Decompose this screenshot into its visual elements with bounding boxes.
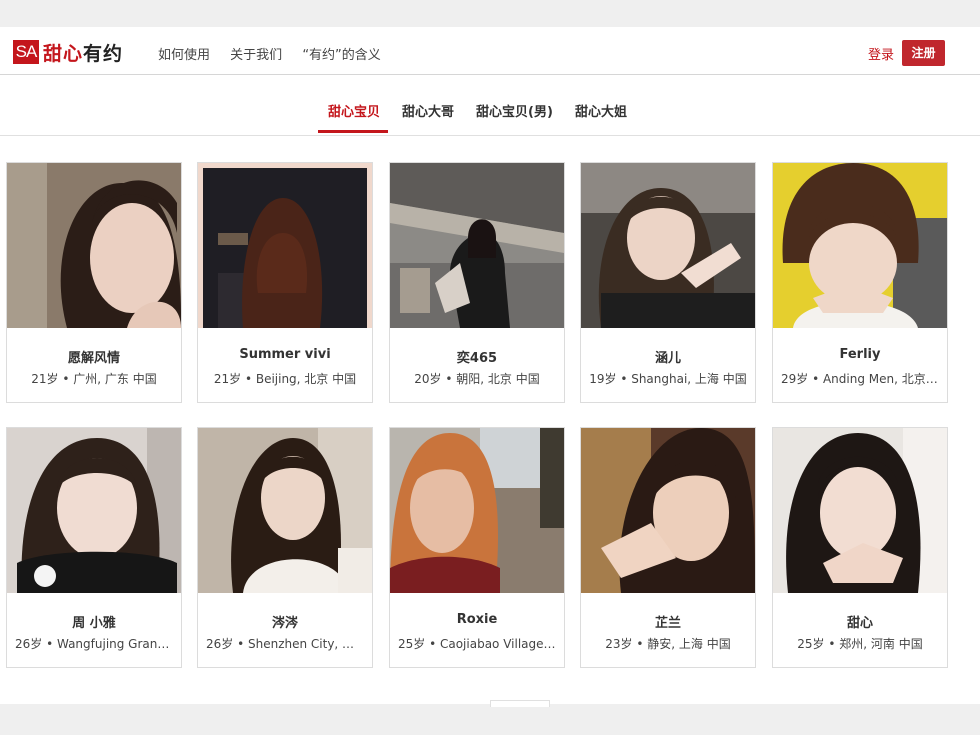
profile-card[interactable]: 周 小雅 26岁 • Wangfujing Grand, 北京 (6, 427, 182, 668)
nav-about-us[interactable]: 关于我们 (230, 48, 282, 63)
site-header: SA 甜心有约 如何使用 关于我们 “有约”的含义 登录 注册 (0, 27, 980, 75)
profile-meta: 23岁 • 静安, 上海 中国 (605, 637, 731, 651)
profile-photo[interactable] (773, 428, 947, 593)
profile-meta: 20岁 • 朝阳, 北京 中国 (414, 372, 540, 386)
profile-photo[interactable] (7, 428, 181, 593)
profile-card[interactable]: 芷兰 23岁 • 静安, 上海 中国 (580, 427, 756, 668)
profile-photo[interactable] (198, 163, 372, 328)
nav-meaning[interactable]: “有约”的含义 (302, 48, 380, 63)
profile-card[interactable]: 甜心 25岁 • 郑州, 河南 中国 (772, 427, 948, 668)
profile-grid: 愿解风情 21岁 • 广州, 广东 中国 Summer vivi 21岁 • B… (0, 136, 980, 704)
browser-top-strip (0, 0, 980, 27)
profile-photo[interactable] (390, 428, 564, 593)
category-tabs: 甜心宝贝 甜心大哥 甜心宝贝(男) 甜心大姐 (0, 75, 980, 136)
profile-meta: 25岁 • Caojiabao Village, 北京 (398, 637, 556, 651)
profile-card[interactable]: 涵儿 19岁 • Shanghai, 上海 中国 (580, 162, 756, 403)
main-nav: 如何使用 关于我们 “有约”的含义 (158, 44, 397, 63)
active-tab-indicator (318, 130, 388, 133)
login-link[interactable]: 登录 (868, 44, 894, 63)
profile-meta: 29岁 • Anding Men, 北京 中国 (781, 372, 939, 386)
profile-photo[interactable] (7, 163, 181, 328)
site-logo[interactable]: SA 甜心有约 (13, 40, 124, 65)
profile-photo[interactable] (581, 428, 755, 593)
profile-photo[interactable] (198, 428, 372, 593)
profile-name: Ferliy (839, 347, 881, 362)
logo-text-dark: 有约 (83, 42, 124, 65)
profile-card[interactable]: 愿解风情 21岁 • 广州, 广东 中国 (6, 162, 182, 403)
profile-name: 芷兰 (654, 616, 681, 631)
profile-card[interactable]: 奕465 20岁 • 朝阳, 北京 中国 (389, 162, 565, 403)
profile-meta: 26岁 • Shenzhen City, 广东 (206, 637, 364, 651)
register-button[interactable]: 注册 (902, 40, 945, 66)
profile-card[interactable]: Roxie 25岁 • Caojiabao Village, 北京 (389, 427, 565, 668)
profile-meta: 25岁 • 郑州, 河南 中国 (797, 637, 923, 651)
profile-name: 奕465 (456, 351, 498, 366)
profile-name: 周 小雅 (72, 616, 116, 631)
profile-name: 涵儿 (654, 351, 681, 366)
profile-photo[interactable] (581, 163, 755, 328)
profile-card[interactable]: Ferliy 29岁 • Anding Men, 北京 中国 (772, 162, 948, 403)
profile-name: 涔涔 (271, 616, 298, 631)
profile-photo[interactable] (390, 163, 564, 328)
profile-meta: 26岁 • Wangfujing Grand, 北京 (15, 637, 173, 651)
profile-name: 愿解风情 (67, 351, 120, 366)
profile-meta: 21岁 • Beijing, 北京 中国 (213, 372, 357, 386)
tab-sugar-daddy[interactable]: 甜心大哥 (402, 101, 454, 120)
profile-meta: 21岁 • 广州, 广东 中国 (31, 372, 157, 386)
load-more-tab[interactable] (490, 700, 550, 707)
nav-how-to-use[interactable]: 如何使用 (158, 48, 210, 63)
profile-card[interactable]: 涔涔 26岁 • Shenzhen City, 广东 (197, 427, 373, 668)
profile-photo[interactable] (773, 163, 947, 328)
tab-sugar-mommy[interactable]: 甜心大姐 (575, 101, 627, 120)
profile-name: 甜心 (846, 616, 873, 631)
logo-mark: SA (13, 40, 39, 64)
profile-name: Roxie (456, 612, 498, 627)
profile-card[interactable]: Summer vivi 21岁 • Beijing, 北京 中国 (197, 162, 373, 403)
logo-text-red: 甜心 (43, 42, 84, 65)
profile-name: Summer vivi (239, 347, 331, 362)
profile-meta: 19岁 • Shanghai, 上海 中国 (589, 372, 747, 386)
tab-sugar-baby[interactable]: 甜心宝贝 (328, 101, 380, 120)
tab-sugar-baby-male[interactable]: 甜心宝贝(男) (476, 101, 553, 120)
page-footer-strip (0, 704, 980, 735)
